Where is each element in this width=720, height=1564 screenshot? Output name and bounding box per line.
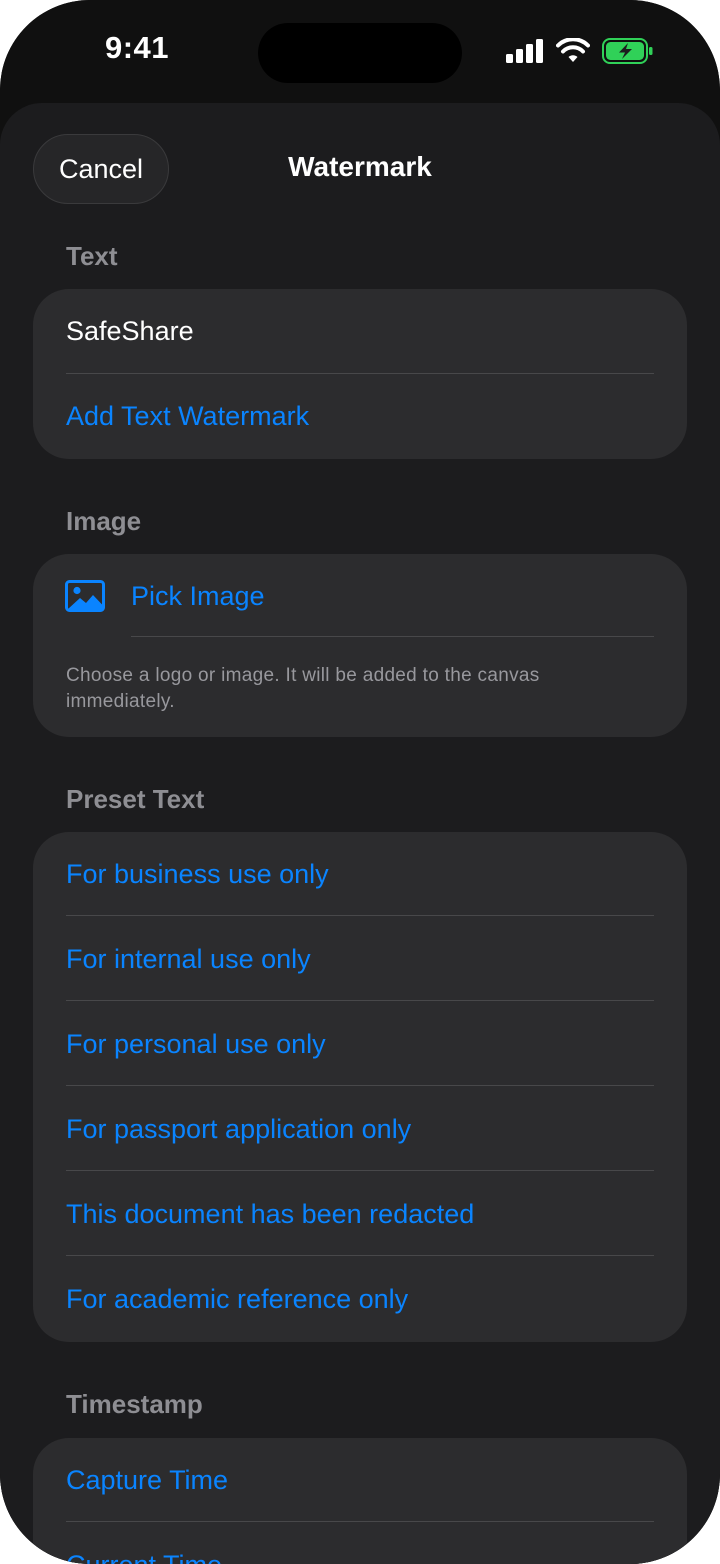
battery-charging-icon [602,38,653,64]
divider [66,1170,654,1171]
status-time: 9:41 [104,30,170,65]
divider [66,915,654,916]
divider [66,1085,654,1086]
wifi-icon [556,38,590,62]
preset-text-card: For business use only For internal use o… [33,832,687,1342]
text-card: SafeShare Add Text Watermark [33,289,687,459]
divider [66,1000,654,1001]
page-title: Watermark [288,151,432,182]
watermark-text-field[interactable]: SafeShare [66,289,687,374]
preset-item-redacted[interactable]: This document has been redacted [66,1172,687,1257]
section-header-timestamp: Timestamp [66,1389,203,1419]
image-footnote: Choose a logo or image. It will be added… [66,665,540,712]
timestamp-capture-time[interactable]: Capture Time [66,1438,687,1523]
photo-icon [65,580,105,612]
preset-item-academic[interactable]: For academic reference only [66,1257,687,1342]
add-text-watermark-button[interactable]: Add Text Watermark [66,374,687,459]
timestamp-current-time[interactable]: Current Time [66,1523,687,1564]
watermark-sheet: Cancel Watermark Text SafeShare Add Text… [0,103,720,1564]
divider [66,1521,654,1522]
status-icons [506,38,654,64]
section-header-preset-text: Preset Text [66,784,205,814]
pick-image-button[interactable]: Pick Image [131,554,687,639]
divider [66,1255,654,1256]
section-header-image: Image [66,506,142,536]
image-card: Pick Image Choose a logo or image. It wi… [33,554,687,737]
preset-item-internal[interactable]: For internal use only [66,917,687,1002]
device-frame: 9:41 Cancel Watermark Text SafeShare Add… [0,0,720,1564]
cancel-button[interactable]: Cancel [33,134,169,204]
timestamp-card: Capture Time Current Time [33,1438,687,1564]
preset-item-passport[interactable]: For passport application only [66,1087,687,1172]
preset-item-personal[interactable]: For personal use only [66,1002,687,1087]
cellular-signal-icon [506,39,543,63]
dynamic-island [258,23,462,83]
divider [131,636,654,637]
preset-item-business[interactable]: For business use only [66,832,687,917]
section-header-text: Text [66,241,118,271]
